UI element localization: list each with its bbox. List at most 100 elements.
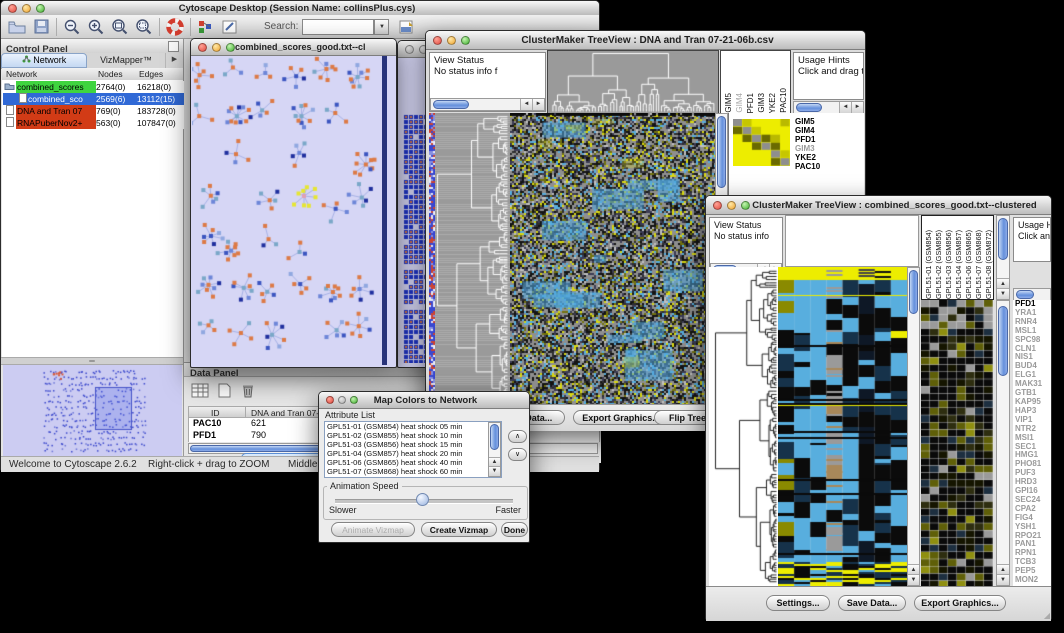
close-icon[interactable] [405,45,414,54]
settings-button[interactable]: Settings... [766,595,830,611]
column-label[interactable]: YKE2 [768,93,777,113]
combined-heatmap[interactable] [778,267,907,586]
panel-divider-handle[interactable] [1,357,183,365]
zoom-icon[interactable] [741,201,750,210]
treeview-combined-title-bar[interactable]: ClusterMaker TreeView : combined_scores_… [706,196,1051,215]
attribute-item[interactable]: GPL51-02 (GSM855) heat shock 10 min [325,431,501,440]
zoom-fit-icon[interactable] [108,16,132,38]
scroll-down-icon[interactable]: ▼ [908,574,919,585]
minimize-icon[interactable] [447,36,456,45]
network-row-combined-scores[interactable]: combined_scores 2764(0) 16218(0) [3,81,184,93]
scroll-down-icon[interactable]: ▼ [997,288,1009,299]
move-down-button[interactable]: ∨ [508,448,527,461]
col-edges[interactable]: Edges [139,68,163,80]
network-row-rnapuber[interactable]: RNAPuberNov2+ 563(0) 107847(0) [3,117,184,129]
minimize-icon[interactable] [212,43,221,52]
tab-network[interactable]: Network [1,53,87,68]
network-row-combined-sco-selected[interactable]: combined_sco 2569(6) 13112(15) [3,93,184,105]
close-icon[interactable] [8,4,17,13]
col-nodes[interactable]: Nodes [98,68,123,80]
combined-zoom-heatmap[interactable] [921,300,993,586]
attribute-list-scrollbar[interactable]: ▲ ▼ [488,422,501,477]
treeview-dna-title-bar[interactable]: ClusterMaker TreeView : DNA and Tran 07-… [426,31,865,50]
birds-eye-view[interactable] [3,365,182,459]
move-up-button[interactable]: ∧ [508,430,527,443]
dna-zoom-heatmap[interactable] [733,119,790,166]
attribute-browser-icon[interactable] [395,16,419,38]
main-title-bar[interactable]: Cytoscape Desktop (Session Name: collins… [1,1,599,16]
dna-column-dendrogram[interactable] [547,50,719,114]
column-label[interactable]: GPL51-03 (GSM856) [944,230,953,299]
tab-overflow-icon[interactable]: ▶ [165,53,183,68]
column-label[interactable]: GPL51-04 (GSM857) [954,230,963,299]
column-label[interactable]: GPL51-07 (GSM868) [974,230,983,299]
annotation-icon[interactable] [218,16,242,38]
network-canvas[interactable] [192,56,382,365]
animate-vizmap-button[interactable]: Animate Vizmap [331,522,415,537]
dialog-title-bar[interactable]: Map Colors to Network [319,392,529,409]
column-label[interactable]: GPL51-06 (GSM865) [964,230,973,299]
attribute-item[interactable]: GPL51-04 (GSM857) heat shock 20 min [325,449,501,458]
column-label[interactable]: GPL51-08 (GSM872) [984,230,993,299]
scroll-left-icon[interactable]: ◄ [520,99,532,110]
animation-slider-thumb[interactable] [416,493,429,506]
combined-row-dendrogram[interactable] [709,267,778,586]
scroll-down-icon[interactable]: ▼ [997,574,1009,585]
zoom-out-icon[interactable] [60,16,84,38]
close-icon[interactable] [713,201,722,210]
attribute-item[interactable]: GPL51-03 (GSM856) heat shock 15 min [325,440,501,449]
column-label[interactable]: GPL51-02 (GSM855) [934,230,943,299]
help-lifering-icon[interactable] [163,16,187,38]
export-graphics-button[interactable]: Export Graphics... [914,595,1006,611]
vizmapper-icon[interactable] [194,16,218,38]
tab-vizmapper[interactable]: VizMapper™ [87,53,165,68]
dna-row-dendrogram[interactable] [435,113,510,404]
save-icon[interactable] [29,16,53,38]
resize-grip-icon[interactable]: ◢ [1044,611,1050,620]
column-label[interactable]: PFD1 [746,93,755,113]
close-icon[interactable] [198,43,207,52]
open-folder-icon[interactable] [5,16,29,38]
search-dropdown-icon[interactable]: ▼ [374,19,389,35]
minimize-icon[interactable] [727,201,736,210]
attribute-item[interactable]: GPL51-07 (GSM868) heat shock 60 min [325,467,501,476]
column-label[interactable]: PAC10 [779,88,788,113]
gene-label[interactable]: PAC10 [795,163,820,172]
search-input[interactable] [302,19,374,35]
create-vizmap-button[interactable]: Create Vizmap [421,522,497,537]
view-status-scrollbar[interactable]: ◄ ► [430,98,545,111]
minimize-icon[interactable] [22,4,31,13]
dna-heatmap[interactable] [510,113,715,404]
column-label[interactable]: GIM5 [724,93,733,113]
scroll-left-icon[interactable]: ◄ [839,102,851,113]
gene-label[interactable]: MON2 [1015,576,1051,585]
network-view-title-bar[interactable]: combined_scores_good.txt--cluste... [191,39,396,56]
zoom-in-icon[interactable] [84,16,108,38]
close-icon[interactable] [433,36,442,45]
col-network[interactable]: Network [6,68,37,80]
combined-column-dendrogram-area[interactable] [785,215,919,267]
zoom-icon[interactable] [36,4,45,13]
scroll-right-icon[interactable]: ► [851,102,863,113]
float-panel-icon[interactable] [168,41,179,52]
scroll-right-icon[interactable]: ► [532,99,544,110]
table-icon[interactable] [188,379,212,401]
column-label[interactable]: GIM3 [757,93,766,113]
combined-labels-vscrollbar[interactable]: ▲ ▼ [996,215,1010,300]
attribute-listbox[interactable]: GPL51-01 (GSM854) heat shock 05 min GPL5… [324,421,502,478]
combined-zoom-vscrollbar[interactable]: ▲ ▼ [996,300,1010,586]
attribute-item[interactable]: GPL51-01 (GSM854) heat shock 05 min [325,422,501,431]
zoom-icon[interactable] [461,36,470,45]
new-page-icon[interactable] [212,379,236,401]
combined-heatmap-vscrollbar[interactable]: ▲ ▼ [907,267,920,586]
scroll-down-icon[interactable]: ▼ [489,466,500,476]
minimize-icon[interactable] [338,396,346,404]
network-row-dna-tran[interactable]: DNA and Tran 07 769(0) 183728(0) [3,105,184,117]
done-button[interactable]: Done [501,522,528,537]
attribute-item[interactable]: GPL51-06 (GSM865) heat shock 40 min [325,458,501,467]
trash-icon[interactable] [236,379,260,401]
close-icon[interactable] [326,396,334,404]
column-label[interactable]: GPL51-01 (GSM854) [924,230,933,299]
column-label[interactable]: GIM4 [735,93,744,113]
zoom-selected-icon[interactable] [132,16,156,38]
